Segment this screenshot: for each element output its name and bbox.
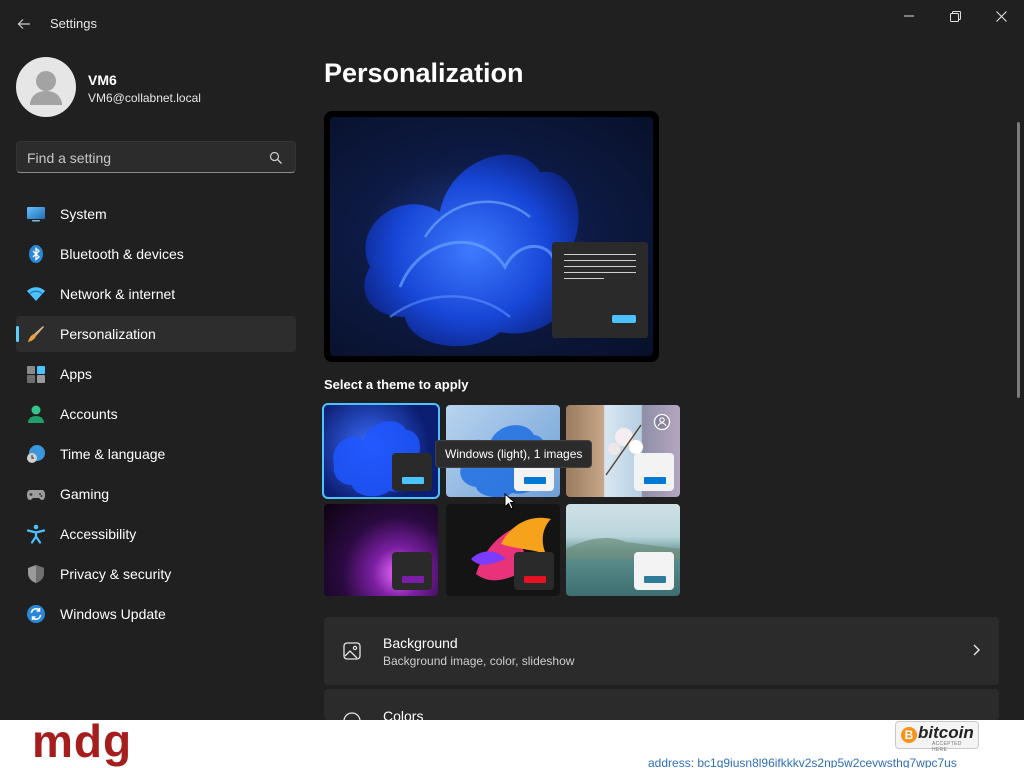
sidebar-item-label: System	[60, 206, 107, 222]
accounts-icon	[28, 405, 44, 423]
bitcoin-badge-word: bitcoin	[918, 723, 974, 742]
sidebar-item-privacy-security[interactable]: Privacy & security	[16, 556, 296, 592]
theme-flow[interactable]	[566, 504, 680, 596]
sidebar-item-label: Apps	[60, 366, 92, 382]
close-icon	[995, 10, 1007, 22]
sidebar-nav: System Bluetooth & devices Network & int…	[16, 196, 296, 636]
theme-mini-window	[514, 552, 554, 590]
back-button[interactable]	[12, 12, 36, 36]
user-silhouette-icon	[30, 71, 62, 105]
theme-windows-dark[interactable]	[322, 403, 440, 499]
preview-window	[552, 242, 648, 338]
background-card-subtitle: Background image, color, slideshow	[383, 654, 575, 668]
theme-captured-motion[interactable]	[446, 504, 560, 596]
wifi-icon	[27, 287, 45, 301]
theme-mini-window	[634, 453, 674, 491]
mouse-cursor-icon	[504, 493, 516, 510]
title-bar: Settings	[0, 0, 1024, 48]
sidebar-item-label: Privacy & security	[60, 566, 172, 582]
chevron-right-icon	[973, 644, 980, 656]
accessibility-icon	[26, 524, 46, 544]
sidebar-item-personalization[interactable]: Personalization	[16, 316, 296, 352]
sidebar-item-bluetooth[interactable]: Bluetooth & devices	[16, 236, 296, 272]
image-icon	[343, 642, 361, 660]
close-button[interactable]	[978, 4, 1024, 28]
sidebar-item-accessibility[interactable]: Accessibility	[16, 516, 296, 552]
sidebar-item-label: Personalization	[60, 326, 156, 342]
sidebar-item-accounts[interactable]: Accounts	[16, 396, 296, 432]
theme-tooltip: Windows (light), 1 images	[435, 440, 593, 468]
minimize-icon	[904, 15, 914, 17]
user-name: VM6	[88, 72, 117, 88]
system-icon	[27, 207, 45, 222]
sidebar-item-label: Windows Update	[60, 606, 166, 622]
shield-icon	[28, 565, 44, 583]
user-email: VM6@collabnet.local	[88, 91, 201, 105]
search-input[interactable]	[27, 148, 267, 168]
app-title: Settings	[50, 16, 97, 31]
spotlight-badge-icon	[653, 413, 671, 431]
sidebar-item-network[interactable]: Network & internet	[16, 276, 296, 312]
sidebar-item-label: Accounts	[60, 406, 118, 422]
sidebar-item-time-language[interactable]: Time & language	[16, 436, 296, 472]
sidebar-item-windows-update[interactable]: Windows Update	[16, 596, 296, 632]
brush-icon	[28, 326, 44, 342]
sidebar-item-system[interactable]: System	[16, 196, 296, 232]
restore-icon	[949, 10, 961, 22]
sidebar-item-label: Bluetooth & devices	[60, 246, 184, 262]
sidebar-item-gaming[interactable]: Gaming	[16, 476, 296, 512]
background-card-title: Background	[383, 635, 458, 651]
background-card[interactable]: Background Background image, color, slid…	[324, 617, 999, 685]
preview-wallpaper	[330, 117, 653, 356]
sidebar-item-label: Time & language	[60, 446, 166, 462]
gaming-icon	[27, 490, 45, 500]
theme-glow[interactable]	[324, 504, 438, 596]
bitcoin-accepted-badge: B bitcoin ACCEPTED HERE	[895, 721, 979, 753]
time-language-icon	[27, 445, 45, 463]
sidebar-item-label: Gaming	[60, 486, 110, 502]
search-icon[interactable]	[269, 151, 283, 165]
preview-accent-button	[612, 315, 636, 323]
bitcoin-icon: B	[901, 727, 917, 743]
theme-mini-window	[392, 453, 432, 491]
watermark-strip: mdg B bitcoin ACCEPTED HERE address: bc1…	[0, 715, 1024, 768]
page-title: Personalization	[324, 58, 524, 88]
apps-icon	[27, 366, 45, 383]
back-arrow-icon	[17, 19, 30, 29]
mdg-logo: mdg	[32, 715, 133, 767]
theme-preview	[324, 111, 659, 362]
restore-button[interactable]	[932, 4, 978, 28]
bluetooth-icon	[29, 245, 43, 263]
sidebar-item-label: Accessibility	[60, 526, 137, 542]
theme-mini-window	[634, 552, 674, 590]
colors-card[interactable]: Colors	[324, 689, 999, 730]
bitcoin-badge-subtext: ACCEPTED HERE	[932, 741, 962, 753]
themes-heading: Select a theme to apply	[324, 377, 469, 392]
theme-mini-window	[392, 552, 432, 590]
search-box[interactable]	[16, 141, 296, 173]
scrollbar-thumb[interactable]	[1017, 122, 1020, 398]
update-icon	[27, 605, 45, 623]
bitcoin-address: address: bc1q9iusn8l96ifkkkv2s2np5w2cevw…	[648, 756, 957, 768]
avatar[interactable]	[16, 57, 76, 117]
sidebar-item-label: Network & internet	[60, 286, 176, 302]
minimize-button[interactable]	[886, 4, 932, 28]
sidebar-item-apps[interactable]: Apps	[16, 356, 296, 392]
